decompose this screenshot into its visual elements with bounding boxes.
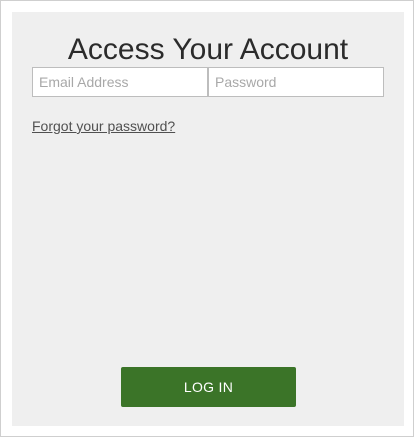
login-button[interactable]: LOG IN xyxy=(121,367,296,407)
login-panel: Access Your Account Forgot your password… xyxy=(12,12,404,426)
page-title: Access Your Account xyxy=(67,33,349,66)
forgot-password-link[interactable]: Forgot your password? xyxy=(32,117,175,135)
login-window: Access Your Account Forgot your password… xyxy=(0,0,414,437)
email-field[interactable] xyxy=(32,67,208,97)
password-field[interactable] xyxy=(208,67,384,97)
